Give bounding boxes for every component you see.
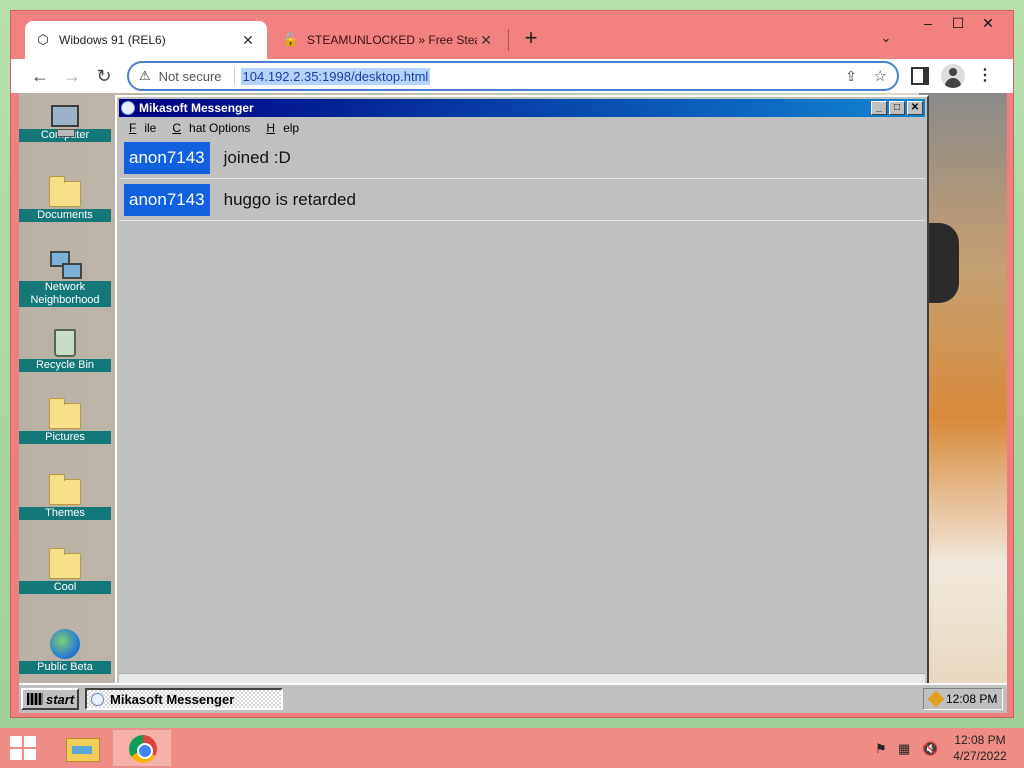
messenger-menubar: File Chat Options Help — [121, 119, 307, 137]
taskbar-item-chrome[interactable] — [112, 729, 172, 767]
action-center-flag-icon[interactable]: ⚑ — [875, 741, 887, 757]
globe-icon — [50, 629, 80, 659]
tray-clock[interactable]: 12:08 PM — [946, 692, 997, 706]
desktop-icon-label: Network Neighborhood — [19, 281, 111, 307]
address-bar[interactable]: ⚠ Not secure 104.192.2.35:1998/desktop.h… — [127, 61, 899, 91]
folder-icon — [49, 548, 81, 579]
network-status-icon[interactable]: ▦ — [898, 741, 910, 757]
chat-log[interactable]: anon7143 joined :D anon7143 huggo is ret… — [119, 137, 925, 677]
desktop-icon-documents[interactable]: Documents — [19, 176, 111, 222]
tab-title: STEAMUNLOCKED » Free Steam — [307, 33, 477, 47]
wibdows-favicon-icon: ⬡ — [37, 32, 49, 47]
tab-wibdows[interactable]: ⬡ Wibdows 91 (REL6) ✕ — [25, 21, 267, 59]
minimize-icon[interactable]: _ — [871, 101, 887, 115]
taskbar-item-label: Mikasoft Messenger — [110, 691, 235, 707]
start-button[interactable]: start — [21, 688, 79, 710]
messenger-bubble-icon — [91, 692, 104, 706]
file-explorer-icon[interactable] — [62, 732, 102, 764]
chat-message: anon7143 joined :D — [119, 137, 925, 179]
chevron-down-icon[interactable]: ⌄ — [875, 27, 897, 49]
side-panel-icon[interactable] — [911, 67, 929, 85]
reload-icon[interactable]: ↻ — [92, 64, 116, 88]
maximize-icon[interactable]: □ — [889, 101, 905, 115]
recycle-bin-icon — [54, 329, 76, 357]
kebab-menu-icon[interactable]: ⋮ — [977, 64, 993, 88]
folder-icon — [49, 176, 81, 207]
folder-icon — [49, 474, 81, 505]
minimize-button[interactable]: – — [913, 13, 943, 33]
desktop-icon-label: Recycle Bin — [19, 359, 111, 372]
share-icon[interactable]: ⇪ — [845, 68, 857, 85]
tab-strip: ⬡ Wibdows 91 (REL6) ✕ 🔓 STEAMUNLOCKED » … — [11, 11, 1013, 59]
desktop-icon-public-beta[interactable]: Public Beta — [19, 627, 111, 674]
browser-window: ⬡ Wibdows 91 (REL6) ✕ 🔓 STEAMUNLOCKED » … — [10, 10, 1014, 718]
start-label: start — [46, 691, 75, 707]
close-tab-icon[interactable]: ✕ — [239, 32, 257, 49]
windows-start-icon[interactable] — [10, 736, 38, 760]
new-tab-button[interactable]: + — [517, 25, 545, 53]
volume-muted-icon[interactable]: 🔇 — [922, 741, 938, 757]
chat-username[interactable]: anon7143 — [124, 141, 210, 174]
url-text[interactable]: 104.192.2.35:1998/desktop.html — [240, 67, 431, 85]
menu-help[interactable]: Help — [262, 121, 303, 135]
desktop-icon-cool[interactable]: Cool — [19, 548, 111, 594]
host-time: 12:08 PM — [954, 733, 1006, 747]
chrome-icon — [129, 735, 157, 763]
messenger-title: Mikasoft Messenger — [139, 101, 254, 115]
tab-title: Wibdows 91 (REL6) — [59, 33, 166, 47]
lock-favicon-icon: 🔓 — [282, 32, 300, 47]
system-tray: 12:08 PM — [923, 688, 1003, 710]
host-taskbar: ⚑ ▦ 🔇 12:08 PM 4/27/2022 — [0, 728, 1024, 768]
folder-icon — [49, 398, 81, 429]
bookmark-star-icon[interactable]: ☆ — [874, 67, 887, 85]
desktop-icon-label: Themes — [19, 507, 111, 520]
forward-arrow-icon[interactable]: → — [60, 64, 84, 88]
messenger-titlebar[interactable]: Mikasoft Messenger _ □ ✕ — [119, 99, 925, 117]
w91-taskbar: start Mikasoft Messenger 12:08 PM — [19, 683, 1007, 713]
menu-file[interactable]: File — [125, 121, 160, 135]
desktop-icon-network[interactable]: Network Neighborhood — [19, 249, 111, 307]
network-icon — [50, 251, 82, 279]
close-tab-icon[interactable]: ✕ — [477, 32, 495, 49]
host-date: 4/27/2022 — [953, 749, 1007, 763]
desktop-icon-label: Cool — [19, 581, 111, 594]
start-logo-icon — [27, 693, 43, 705]
chat-username[interactable]: anon7143 — [124, 183, 210, 216]
tab-separator — [508, 29, 509, 51]
tray-key-icon[interactable] — [927, 690, 945, 708]
maximize-button[interactable]: ☐ — [943, 13, 973, 33]
browser-toolbar: ← → ↻ ⚠ Not secure 104.192.2.35:1998/des… — [11, 59, 1013, 93]
close-window-button[interactable]: ✕ — [973, 13, 1003, 33]
desktop-icon-pictures[interactable]: Pictures — [19, 398, 111, 444]
taskbar-item-messenger[interactable]: Mikasoft Messenger — [85, 688, 283, 710]
desktop-icon-themes[interactable]: Themes — [19, 474, 111, 520]
desktop-icon-computer[interactable]: Computer — [19, 101, 111, 142]
chat-text: huggo is retarded — [223, 189, 356, 209]
host-clock[interactable]: 12:08 PM 4/27/2022 — [944, 732, 1016, 764]
messenger-window: Mikasoft Messenger _ □ ✕ File Chat Optio… — [115, 95, 929, 695]
profile-avatar-icon[interactable] — [941, 64, 965, 88]
desktop-icon-label: Documents — [19, 209, 111, 222]
messenger-bubble-icon — [121, 101, 135, 115]
close-icon[interactable]: ✕ — [907, 101, 923, 115]
chat-message: anon7143 huggo is retarded — [119, 179, 925, 221]
tab-steamunlocked[interactable]: 🔓 STEAMUNLOCKED » Free Steam ✕ — [273, 21, 505, 59]
desktop-icon-label: Pictures — [19, 431, 111, 444]
page-viewport: Computer Documents Network Neighborhood … — [19, 93, 1007, 713]
wallpaper-cat-image — [919, 93, 1007, 683]
desktop-icon-label: Public Beta — [19, 661, 111, 674]
desktop-icon-recycle-bin[interactable]: Recycle Bin — [19, 327, 111, 372]
menu-chat-options[interactable]: Chat Options — [168, 121, 254, 135]
url-separator — [233, 67, 235, 85]
computer-icon — [51, 105, 79, 137]
chat-text: joined :D — [223, 147, 291, 167]
back-arrow-icon[interactable]: ← — [28, 64, 52, 88]
security-label[interactable]: Not secure — [159, 69, 222, 84]
warning-icon[interactable]: ⚠ — [139, 68, 151, 84]
